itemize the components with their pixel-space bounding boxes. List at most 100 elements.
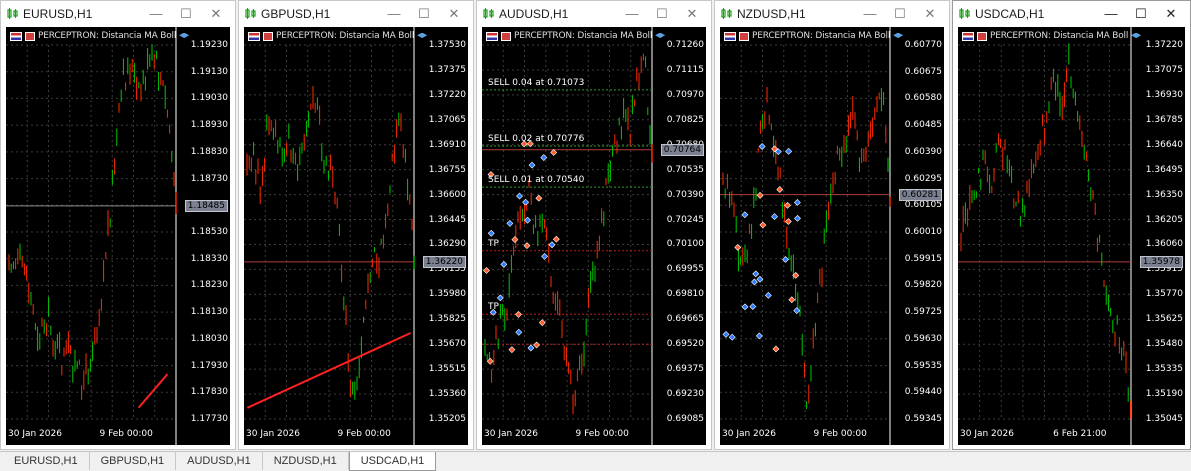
- trade-arrow[interactable]: [734, 243, 742, 251]
- indicator-header: PERCEPTRON: Distancia MA Boll: [248, 31, 428, 41]
- one-click-trading-icon[interactable]: [501, 31, 511, 41]
- one-click-trading-icon[interactable]: [25, 31, 35, 41]
- window-title-bar[interactable]: USDCAD,H1 — ☐ ✕: [953, 1, 1190, 26]
- expert-advisor-icon: [893, 32, 904, 39]
- trade-arrow[interactable]: [759, 221, 767, 229]
- trade-arrow[interactable]: [496, 294, 504, 302]
- trade-arrow[interactable]: [764, 291, 772, 299]
- price-axis-label: 1.35770: [1145, 289, 1183, 300]
- trade-arrow[interactable]: [523, 242, 531, 250]
- price-axis-label: 1.35205: [428, 414, 466, 424]
- trade-arrow[interactable]: [522, 198, 530, 206]
- maximize-button[interactable]: ☐: [171, 4, 201, 24]
- window-title-bar[interactable]: GBPUSD,H1 — ☐ ✕: [239, 1, 473, 26]
- trade-arrow[interactable]: [722, 331, 730, 338]
- trade-arrow[interactable]: [516, 192, 523, 200]
- trade-arrow[interactable]: [515, 310, 522, 318]
- close-button[interactable]: ✕: [915, 4, 945, 24]
- minimize-button[interactable]: —: [855, 4, 885, 24]
- maximize-button[interactable]: ☐: [409, 4, 439, 24]
- price-axis-label: 1.36930: [1145, 89, 1183, 100]
- minimize-button[interactable]: —: [617, 4, 647, 24]
- one-click-trading-icon[interactable]: [739, 31, 749, 41]
- price-chart[interactable]: PERCEPTRON: Distancia MA Boll 1.37530 1.3…: [244, 27, 468, 445]
- price-axis-label: 0.70390: [666, 189, 704, 200]
- trade-arrow[interactable]: [784, 218, 792, 225]
- price-chart[interactable]: PERCEPTRON: Distancia MA Boll 1.19230 1.1…: [6, 27, 230, 445]
- trade-arrow[interactable]: [527, 344, 535, 352]
- trade-arrow[interactable]: [793, 307, 801, 315]
- trade-arrow[interactable]: [749, 303, 757, 310]
- chart-window-audusd[interactable]: AUDUSD,H1 — ☐ ✕ PERCEPTRON: Distancia MA…: [476, 0, 712, 450]
- window-title-bar[interactable]: NZDUSD,H1 — ☐ ✕: [715, 1, 949, 26]
- close-button[interactable]: ✕: [201, 4, 231, 24]
- current-price-label: 0.60281: [898, 188, 942, 201]
- one-click-trading-icon[interactable]: [977, 31, 987, 41]
- chart-tab-nzdusd[interactable]: NZDUSD,H1: [263, 452, 349, 470]
- chart-window-usdcad[interactable]: USDCAD,H1 — ☐ ✕ PERCEPTRON: Distancia MA…: [952, 0, 1191, 450]
- trade-arrow[interactable]: [535, 194, 543, 202]
- expert-advisor-icon: [179, 32, 190, 39]
- trade-arrow[interactable]: [538, 319, 546, 327]
- one-click-trading-icon[interactable]: [263, 31, 273, 41]
- trade-arrow[interactable]: [741, 211, 749, 219]
- trade-arrow[interactable]: [752, 270, 760, 278]
- trade-arrow[interactable]: [486, 357, 494, 365]
- trade-arrow[interactable]: [758, 143, 766, 150]
- window-title: AUDUSD,H1: [499, 7, 569, 21]
- close-button[interactable]: ✕: [439, 4, 469, 24]
- close-button[interactable]: ✕: [677, 4, 707, 24]
- trade-arrow[interactable]: [524, 216, 531, 224]
- price-axis-label: 1.35360: [428, 389, 466, 400]
- trade-arrow[interactable]: [533, 341, 541, 349]
- trade-arrow[interactable]: [515, 328, 523, 336]
- trade-arrow[interactable]: [506, 219, 514, 227]
- trade-arrow[interactable]: [776, 186, 784, 193]
- trade-arrow[interactable]: [788, 296, 796, 304]
- close-button[interactable]: ✕: [1156, 4, 1186, 24]
- window-title-bar[interactable]: EURUSD,H1 — ☐ ✕: [1, 1, 235, 26]
- chart-window-eurusd[interactable]: EURUSD,H1 — ☐ ✕ PERCEPTRON: Distancia MA…: [0, 0, 236, 450]
- trade-arrow[interactable]: [772, 345, 780, 353]
- chart-window-gbpusd[interactable]: GBPUSD,H1 — ☐ ✕ PERCEPTRON: Distancia MA…: [238, 0, 474, 450]
- trade-arrow[interactable]: [784, 201, 791, 209]
- trade-arrow[interactable]: [552, 235, 560, 243]
- trade-arrow[interactable]: [548, 241, 556, 249]
- chart-tab-audusd[interactable]: AUDUSD,H1: [176, 452, 263, 470]
- trade-arrow[interactable]: [756, 191, 764, 199]
- trade-arrow[interactable]: [755, 332, 763, 340]
- indicator-name: PERCEPTRON: Distancia MA Boll: [38, 31, 177, 41]
- chart-tab-eurusd[interactable]: EURUSD,H1: [3, 452, 90, 470]
- chart-tab-usdcad[interactable]: USDCAD,H1: [348, 452, 437, 471]
- trade-arrow[interactable]: [483, 267, 490, 274]
- price-chart[interactable]: PERCEPTRON: Distancia MA Boll 1.37220 1.3…: [958, 27, 1185, 445]
- trade-arrow[interactable]: [794, 214, 801, 222]
- maximize-button[interactable]: ☐: [647, 4, 677, 24]
- trade-arrow[interactable]: [487, 229, 495, 237]
- minimize-button[interactable]: —: [141, 4, 171, 24]
- chart-window-nzdusd[interactable]: NZDUSD,H1 — ☐ ✕ PERCEPTRON: Distancia MA…: [714, 0, 950, 450]
- price-chart[interactable]: PERCEPTRON: Distancia MA Boll 0.71260 0.7…: [482, 27, 706, 445]
- price-chart[interactable]: PERCEPTRON: Distancia MA Boll 0.60770 0.6…: [720, 27, 944, 445]
- current-price-label: 0.70764: [660, 143, 704, 156]
- maximize-button[interactable]: ☐: [1126, 4, 1156, 24]
- trade-arrow[interactable]: [785, 147, 793, 155]
- trade-arrow[interactable]: [500, 260, 508, 268]
- trade-arrow[interactable]: [771, 213, 778, 221]
- trade-arrow[interactable]: [528, 161, 536, 169]
- trade-arrow[interactable]: [550, 149, 558, 156]
- trade-arrow[interactable]: [793, 199, 801, 206]
- trade-arrow[interactable]: [508, 346, 516, 354]
- chart-tab-gbpusd[interactable]: GBPUSD,H1: [90, 452, 177, 470]
- trade-arrow[interactable]: [751, 278, 758, 286]
- minimize-button[interactable]: —: [379, 4, 409, 24]
- price-axis-label: 0.69810: [666, 289, 704, 300]
- price-axis-label: 1.18530: [190, 227, 228, 237]
- minimize-button[interactable]: —: [1096, 4, 1126, 24]
- maximize-button[interactable]: ☐: [885, 4, 915, 24]
- price-axis-label: 0.69375: [666, 364, 704, 375]
- trade-arrow[interactable]: [511, 236, 519, 244]
- trade-arrow[interactable]: [541, 252, 549, 260]
- window-title-bar[interactable]: AUDUSD,H1 — ☐ ✕: [477, 1, 711, 26]
- trade-arrow[interactable]: [741, 303, 749, 311]
